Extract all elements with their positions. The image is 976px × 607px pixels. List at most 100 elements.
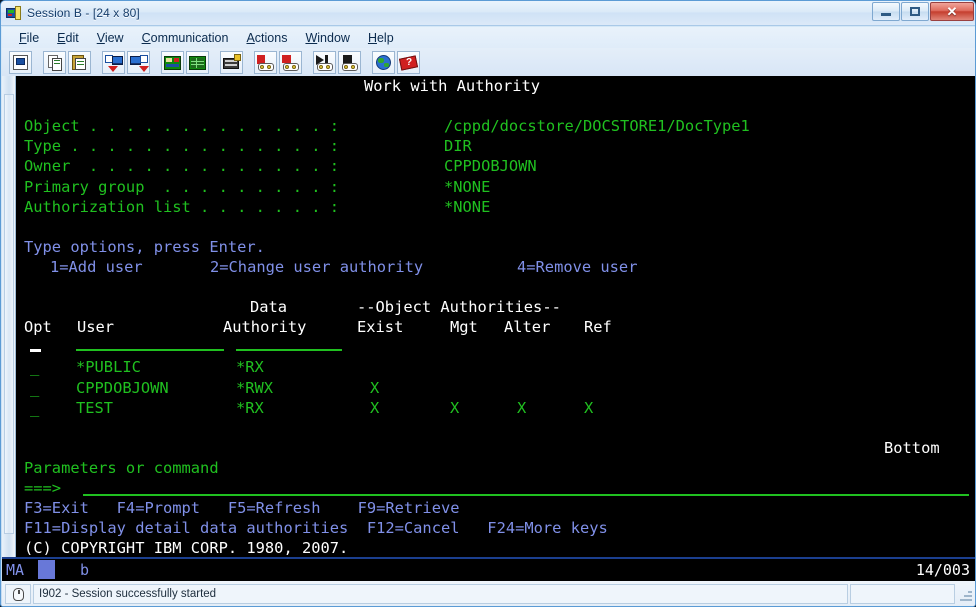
menu-help-rest: elp — [376, 30, 394, 45]
status-mouse-cell — [5, 584, 31, 604]
screen-title: Work with Authority — [364, 77, 541, 95]
row-opt[interactable]: _ — [30, 358, 39, 376]
menu-edit[interactable]: Edit — [48, 30, 88, 46]
col-header-alter: Alter — [504, 318, 551, 337]
field-value-owner: CPPDOBJOWN — [444, 157, 537, 176]
paste-icon[interactable] — [68, 50, 91, 74]
menu-actions-rest: ctions — [254, 30, 288, 45]
field-label-owner: Owner . . . . . . . . . . . . . : — [24, 157, 340, 176]
row-ref: X — [584, 398, 594, 417]
session-icon — [6, 5, 22, 21]
row-mgt: X — [450, 398, 460, 417]
field-label-type: Type . . . . . . . . . . . . . . : — [24, 137, 340, 156]
status-message: I902 - Session successfully started — [33, 584, 848, 604]
display-keypad-icon[interactable] — [161, 50, 184, 74]
row-user: TEST — [76, 398, 114, 417]
row-user: *PUBLIC — [76, 358, 141, 377]
row-authority: *RWX — [236, 378, 274, 397]
menu-communication-rest: ommunication — [150, 30, 229, 45]
menu-help-acc: H — [367, 30, 377, 45]
maximize-button[interactable] — [901, 2, 929, 21]
table-row: _ — [30, 378, 39, 398]
menu-communication-acc: C — [141, 30, 151, 45]
session-window: Session B - [24 x 80] ✕ File Edit View C… — [0, 0, 976, 607]
text-cursor — [30, 349, 41, 352]
menu-window[interactable]: Window — [296, 30, 358, 46]
send-file-icon[interactable] — [102, 50, 125, 74]
more-indicator: Bottom — [884, 438, 940, 457]
row-exist: X — [370, 378, 380, 397]
copyright-line: (C) COPYRIGHT IBM CORP. 1980, 2007. — [24, 539, 349, 557]
option-add-user: 1=Add user — [50, 257, 143, 276]
stop-playback-icon[interactable] — [338, 50, 361, 74]
col-header-object-authorities: --Object Authorities-- — [357, 298, 561, 317]
command-input-underline[interactable] — [83, 494, 969, 496]
user-field-underline — [76, 349, 224, 351]
title-bar: Session B - [24 x 80] ✕ — [1, 1, 975, 26]
menu-view-acc: V — [96, 30, 105, 45]
table-row: _ — [30, 398, 39, 418]
row-alter: X — [517, 398, 527, 417]
oia-input-inhibit-block — [38, 560, 55, 579]
row-user: CPPDOBJOWN — [76, 378, 169, 397]
spreadsheet-icon[interactable] — [186, 50, 209, 74]
col-header-data: Data — [250, 298, 288, 317]
oia-session-letter: b — [80, 561, 90, 579]
option-change-user-authority: 2=Change user authority — [210, 257, 424, 276]
menu-actions[interactable]: Actions — [237, 30, 296, 46]
menu-bar: File Edit View Communication Actions Win… — [2, 27, 975, 48]
display-session-icon[interactable] — [9, 50, 32, 74]
menu-edit-rest: dit — [65, 30, 79, 45]
table-row: _ — [30, 357, 39, 377]
menu-view-rest: iew — [104, 30, 124, 45]
menu-window-rest: indow — [317, 30, 350, 45]
col-header-exist: Exist — [357, 318, 404, 337]
row-opt[interactable]: _ — [30, 379, 39, 397]
close-button[interactable]: ✕ — [930, 2, 974, 21]
operator-information-area: MA b 14/003 — [2, 557, 975, 581]
globe-icon[interactable] — [372, 50, 395, 74]
help-index-icon[interactable]: ? — [397, 50, 420, 74]
menu-file[interactable]: File — [10, 30, 48, 46]
row-exist: X — [370, 398, 380, 417]
row-opt[interactable]: _ — [30, 399, 39, 417]
minimize-button[interactable] — [872, 2, 900, 21]
col-header-opt: Opt — [24, 318, 52, 337]
resize-grip[interactable] — [957, 586, 973, 602]
receive-file-icon[interactable] — [127, 50, 150, 74]
scrollbar-thumb[interactable] — [4, 94, 14, 534]
play-macro-icon[interactable] — [313, 50, 336, 74]
toolbar: ? — [2, 48, 975, 76]
menu-help[interactable]: Help — [359, 30, 403, 46]
command-prompt: ===> — [24, 479, 62, 497]
window-title: Session B - [24 x 80] — [27, 6, 140, 20]
close-icon: ✕ — [946, 4, 958, 19]
window-controls: ✕ — [872, 2, 974, 21]
fkeys-line-1: F3=Exit F4=Prompt F5=Refresh F9=Retrieve — [24, 499, 460, 518]
field-label-primary-group: Primary group . . . . . . . . . : — [24, 177, 340, 196]
copy-icon[interactable] — [43, 50, 66, 74]
menu-edit-acc: E — [57, 30, 66, 45]
menu-file-rest: ile — [26, 30, 40, 45]
mouse-icon — [13, 588, 24, 601]
terminal-scrollbar[interactable] — [2, 76, 16, 557]
menu-communication[interactable]: Communication — [133, 30, 238, 46]
row-authority: *RX — [236, 398, 264, 417]
authority-field-underline — [236, 349, 342, 351]
col-header-authority: Authority — [223, 318, 307, 337]
col-header-user: User — [77, 318, 115, 337]
oia-cursor-position: 14/003 — [915, 561, 970, 579]
menu-actions-acc: A — [246, 30, 255, 45]
record-macro-icon[interactable] — [254, 50, 277, 74]
col-header-ref: Ref — [584, 318, 612, 337]
menu-file-acc: F — [19, 30, 27, 45]
keyboard-remap-icon[interactable] — [220, 50, 243, 74]
field-value-type: DIR — [444, 137, 472, 156]
field-label-object: Object . . . . . . . . . . . . . : — [24, 117, 340, 136]
terminal-screen[interactable]: Work with Authority Object . . . . . . .… — [17, 76, 975, 557]
row-authority: *RX — [236, 358, 264, 377]
menu-view[interactable]: View — [88, 30, 133, 46]
stop-macro-icon[interactable] — [279, 50, 302, 74]
maximize-icon — [910, 7, 920, 16]
option-remove-user: 4=Remove user — [517, 257, 638, 276]
